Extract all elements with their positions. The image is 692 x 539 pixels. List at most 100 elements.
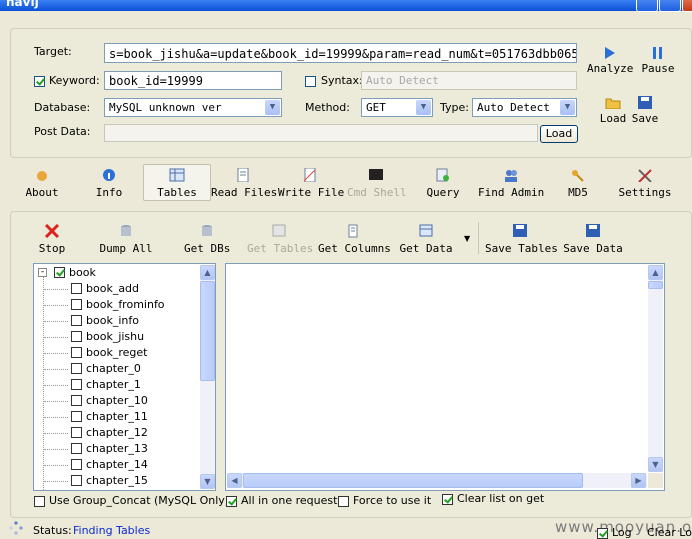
tree-root-checkbox[interactable]: [54, 267, 65, 278]
group-concat-checkbox[interactable]: [34, 494, 45, 507]
scroll-thumb[interactable]: [200, 281, 215, 381]
get-columns-button[interactable]: Get Columns: [318, 224, 391, 255]
tab-write-file-label: Write File: [278, 186, 345, 199]
tab-find-admin-label: Find Admin: [478, 186, 545, 199]
tree-item-checkbox[interactable]: [71, 459, 82, 470]
scroll-down-icon[interactable]: ▼: [200, 474, 215, 489]
all-in-one-label: All in one request.: [241, 494, 341, 507]
tree-item-checkbox[interactable]: [71, 299, 82, 310]
status-value: Finding Tables: [73, 524, 151, 537]
method-label: Method:: [305, 101, 350, 114]
maximize-button[interactable]: [659, 0, 681, 12]
clear-list-checkbox[interactable]: [442, 492, 453, 505]
get-columns-label: Get Columns: [318, 242, 391, 255]
log-checkbox[interactable]: [597, 526, 608, 539]
scroll-right-icon[interactable]: ▶: [631, 473, 646, 488]
tree-item-checkbox[interactable]: [71, 443, 82, 454]
tables-tree[interactable]: - book book_add book_frominfo book_info boo…: [33, 263, 216, 491]
tree-item-label: chapter_13: [86, 442, 148, 455]
get-dbs-label: Get DBs: [184, 242, 231, 255]
postdata-input[interactable]: [104, 124, 538, 142]
database-icon: [202, 225, 212, 236]
get-data-button[interactable]: Get Data: [399, 224, 453, 255]
pause-button[interactable]: Pause: [640, 47, 676, 75]
scroll-thumb[interactable]: [648, 281, 663, 289]
dump-all-label: Dump All: [99, 242, 153, 255]
tree-item-checkbox[interactable]: [71, 379, 82, 390]
get-data-dropdown-icon[interactable]: ▼: [464, 234, 470, 243]
stop-button[interactable]: Stop: [37, 224, 67, 255]
pause-label: Pause: [641, 62, 675, 75]
tree-item-checkbox[interactable]: [71, 411, 82, 422]
keyword-checkbox[interactable]: [34, 74, 45, 87]
tab-settings-label: Settings: [618, 186, 672, 199]
tree-scrollbar[interactable]: ▲ ▼: [200, 265, 215, 489]
scroll-down-icon[interactable]: ▼: [648, 457, 663, 472]
analyze-button[interactable]: Analyze: [587, 47, 633, 75]
save-tables-label: Save Tables: [485, 242, 558, 255]
tree-item-checkbox[interactable]: [71, 475, 82, 486]
save-tables-button[interactable]: Save Tables: [485, 224, 558, 255]
load-button[interactable]: Load: [598, 96, 628, 125]
close-button[interactable]: [682, 0, 692, 12]
get-dbs-button[interactable]: Get DBs: [184, 224, 230, 255]
window-title: navij: [6, 0, 39, 9]
type-select[interactable]: Auto Detect ▼: [472, 98, 577, 117]
tree-item-checkbox[interactable]: [71, 283, 82, 294]
syntax-checkbox[interactable]: [305, 74, 316, 87]
tree-item-checkbox[interactable]: [71, 331, 82, 342]
get-tables-button[interactable]: Get Tables: [247, 224, 313, 255]
tab-settings[interactable]: Settings: [618, 168, 672, 199]
data-icon: [419, 224, 433, 237]
tab-about-label: About: [25, 186, 59, 199]
force-check-icon: [338, 495, 349, 507]
keyword-input[interactable]: book_id=19999: [104, 71, 282, 90]
save-button[interactable]: Save: [630, 96, 660, 125]
cmd-shell-icon: [369, 169, 383, 180]
tab-read-files[interactable]: Read Files: [211, 168, 277, 199]
grid-hscrollbar[interactable]: ◀ ▶: [227, 473, 647, 488]
tab-info[interactable]: Info: [90, 168, 128, 199]
minimize-button[interactable]: [636, 0, 658, 12]
scroll-left-icon[interactable]: ◀: [227, 473, 242, 488]
tree-item-label: book_jishu: [86, 330, 145, 343]
tab-tables[interactable]: Tables: [152, 168, 202, 199]
scroll-up-icon[interactable]: ▲: [200, 265, 215, 280]
type-value: Auto Detect: [477, 101, 550, 114]
save-label: Save: [631, 112, 659, 125]
clear-log-button[interactable]: Clear Log: [647, 526, 692, 539]
tab-md5-label: MD5: [568, 186, 588, 199]
chevron-down-icon: ▼: [560, 100, 575, 115]
tree-item-checkbox[interactable]: [71, 315, 82, 326]
method-select[interactable]: GET ▼: [361, 98, 433, 117]
tab-md5[interactable]: MD5: [563, 168, 593, 199]
collapse-icon[interactable]: -: [38, 268, 47, 277]
save-data-button[interactable]: Save Data: [563, 224, 623, 255]
folder-icon: [605, 98, 621, 110]
tab-cmd-shell[interactable]: Cmd Shell: [347, 168, 407, 199]
tab-about[interactable]: About: [20, 168, 64, 199]
tree-item-checkbox[interactable]: [71, 395, 82, 406]
toolbar-separator: [478, 222, 479, 254]
tab-find-admin[interactable]: Find Admin: [478, 168, 544, 199]
tree-item-checkbox[interactable]: [71, 363, 82, 374]
dump-all-button[interactable]: Dump All: [99, 224, 153, 255]
database-select[interactable]: MySQL unknown ver ▼: [104, 98, 282, 117]
scroll-thumb[interactable]: [243, 473, 583, 488]
force-checkbox[interactable]: [338, 494, 349, 507]
tab-write-file[interactable]: Write File: [278, 168, 345, 199]
tree-item-checkbox[interactable]: [71, 427, 82, 438]
tree-connector: [44, 305, 68, 306]
query-icon: [436, 168, 449, 182]
target-input[interactable]: s=book_jishu&a=update&book_id=19999&para…: [104, 43, 577, 63]
tab-query[interactable]: Query: [424, 168, 462, 199]
grid-vscrollbar[interactable]: ▲ ▼: [648, 265, 663, 472]
scroll-up-icon[interactable]: ▲: [648, 265, 663, 280]
load-postdata-button[interactable]: Load: [540, 125, 578, 143]
all-in-one-checkbox[interactable]: [226, 494, 237, 507]
clear-list-check-icon: [442, 493, 453, 505]
data-grid[interactable]: ▲ ▼ ◀ ▶: [225, 263, 665, 491]
syntax-input[interactable]: Auto Detect: [361, 71, 577, 90]
log-label[interactable]: Log: [612, 526, 632, 539]
tree-item-checkbox[interactable]: [71, 347, 82, 358]
